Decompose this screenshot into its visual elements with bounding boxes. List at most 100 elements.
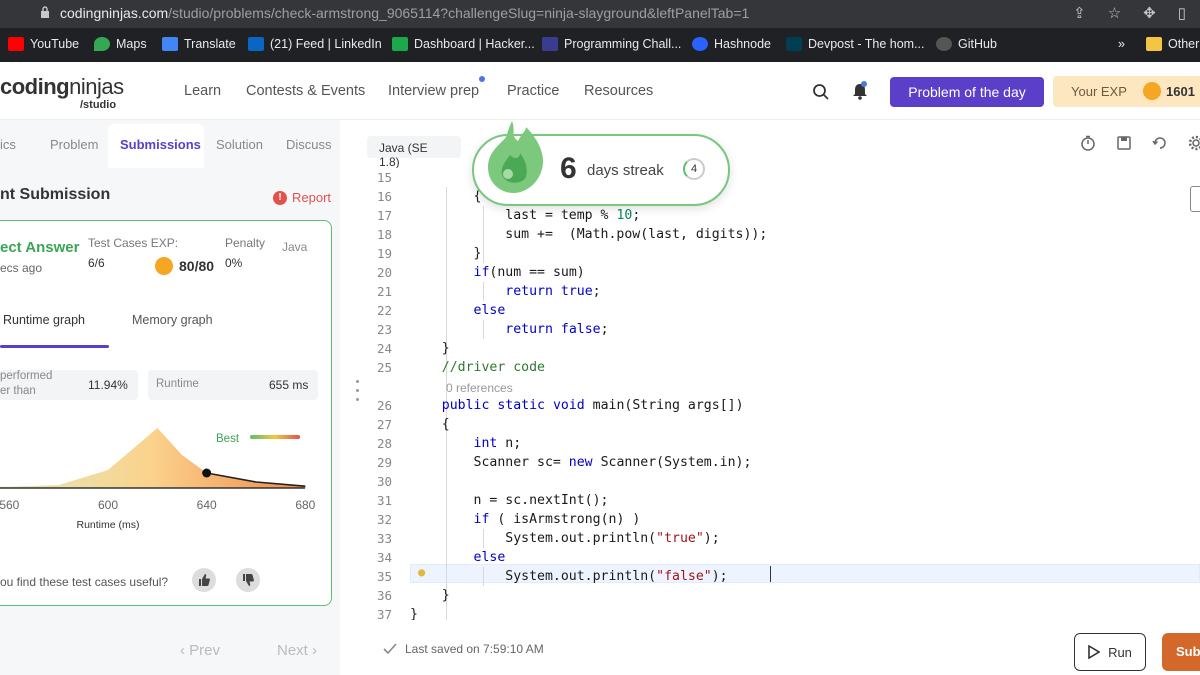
nav-resources[interactable]: Resources xyxy=(584,83,653,99)
line-number: 29 xyxy=(376,455,392,470)
bookmark-youtube[interactable]: YouTube xyxy=(8,37,79,51)
tab-problem[interactable]: Problem xyxy=(50,137,98,152)
code-line: 33 System.out.println("true"); xyxy=(362,531,1200,550)
code-line: 27 { xyxy=(362,417,1200,436)
bookmark-label: Hashnode xyxy=(714,37,771,51)
side-panel-icon[interactable] xyxy=(1190,186,1200,212)
tab-memory-graph[interactable]: Memory graph xyxy=(132,313,213,327)
reset-icon[interactable] xyxy=(1152,135,1168,151)
line-number: 21 xyxy=(376,284,392,299)
language-select[interactable]: Java (SE 1.8) xyxy=(367,136,461,169)
bookmark-github[interactable]: GitHub xyxy=(936,37,997,51)
bookmark-linkedin[interactable]: (21) Feed | LinkedIn xyxy=(248,37,382,51)
extensions-icon[interactable]: ✥ xyxy=(1143,4,1156,22)
streak-label: days streak xyxy=(587,162,664,179)
bookmark-devpost[interactable]: Devpost - The hom... xyxy=(786,37,925,51)
line-code: System.out.println("true"); xyxy=(410,531,720,546)
report-button[interactable]: ! Report xyxy=(273,190,331,205)
timer-icon[interactable] xyxy=(1080,135,1096,151)
exp-value: 1601 xyxy=(1166,84,1195,99)
line-code: return true; xyxy=(505,284,601,299)
logo[interactable]: codingninjas xyxy=(0,74,124,100)
exp-badge[interactable]: Your EXP 1601 xyxy=(1053,76,1200,107)
prev-label: Prev xyxy=(189,642,221,659)
chevron-right-icon: › xyxy=(312,642,318,659)
line-code: public static void main(String args[]) xyxy=(441,398,744,413)
code-editor[interactable]: ● 15 /10)16 {17 last = temp % 10;18 sum … xyxy=(362,168,1200,624)
code-line: 34 else xyxy=(362,550,1200,569)
bookmark-hackerrank[interactable]: Dashboard | Hacker... xyxy=(392,37,535,51)
bookmark-translate[interactable]: Translate xyxy=(162,37,236,51)
line-number: 32 xyxy=(376,512,392,527)
tab-discuss[interactable]: Discuss xyxy=(286,137,332,152)
nav-interview-prep[interactable]: Interview prep xyxy=(388,83,479,99)
best-gradient-bar xyxy=(250,435,300,439)
prev-button[interactable]: ‹ Prev xyxy=(180,642,220,659)
nav-practice[interactable]: Practice xyxy=(507,83,559,99)
outperformed-label-2: er than xyxy=(0,385,36,397)
exp-earned-value: 80/80 xyxy=(179,258,215,274)
logo-light: ninjas xyxy=(69,74,124,99)
bookmarks-bar: YouTube Maps Translate (21) Feed | Linke… xyxy=(0,30,1200,60)
line-code: Scanner sc= new Scanner(System.in); xyxy=(410,455,752,470)
line-code: } xyxy=(410,341,450,356)
runtime-box: Runtime 655 ms xyxy=(148,370,318,400)
address-bar[interactable]: codingninjas.com/studio/problems/check-a… xyxy=(0,0,1200,28)
sidebar-icon[interactable]: ▯ xyxy=(1178,4,1186,22)
code-line: 22 else xyxy=(362,303,1200,322)
x-axis-label: Runtime (ms) xyxy=(76,519,139,531)
play-icon xyxy=(1088,645,1101,659)
bookmark-label: Maps xyxy=(116,37,147,51)
next-button[interactable]: Next › xyxy=(277,642,317,659)
line-number: 30 xyxy=(376,474,392,489)
url-text[interactable]: codingninjas.com/studio/problems/check-a… xyxy=(60,5,749,21)
code-line: 21 return true; xyxy=(362,284,1200,303)
best-label: Best xyxy=(216,433,240,445)
code-line: 20 if(num == sum) xyxy=(362,265,1200,284)
x-tick-label: 680 xyxy=(295,498,315,512)
flame-icon xyxy=(488,121,544,193)
bookmark-hashnode[interactable]: Hashnode xyxy=(692,37,771,51)
line-code: //driver code xyxy=(410,360,545,375)
bookmark-other[interactable]: Other xyxy=(1146,37,1199,51)
code-line: 29 Scanner sc= new Scanner(System.in); xyxy=(362,455,1200,474)
runtime-label: Runtime xyxy=(156,378,199,390)
nav-learn[interactable]: Learn xyxy=(184,83,221,99)
panel-resize-handle[interactable] xyxy=(356,380,360,407)
logo-sub: /studio xyxy=(80,99,117,111)
share-icon[interactable]: ⇪ xyxy=(1073,4,1086,22)
bookmark-label: Other xyxy=(1168,37,1200,51)
exp-label-text: EXP: xyxy=(150,236,179,250)
bookmark-label: Programming Chall... xyxy=(564,37,682,51)
code-line: 30 xyxy=(362,474,1200,493)
code-line: 28 int n; xyxy=(362,436,1200,455)
tab-submissions[interactable]: Submissions xyxy=(120,137,201,152)
tab-topics[interactable]: ics xyxy=(0,137,16,152)
bookmarks-more[interactable]: » xyxy=(1118,37,1125,51)
tab-solution[interactable]: Solution xyxy=(216,137,263,152)
x-tick-label: 600 xyxy=(98,498,118,512)
submit-button[interactable]: Sub xyxy=(1162,633,1200,671)
bell-notification-dot xyxy=(861,81,867,87)
streak-days: 6 xyxy=(560,152,577,185)
save-icon[interactable] xyxy=(1116,135,1132,151)
run-button[interactable]: Run xyxy=(1074,633,1146,671)
thumbs-up-button[interactable] xyxy=(192,568,216,592)
nav-contests[interactable]: Contests & Events xyxy=(246,83,365,99)
run-label: Run xyxy=(1108,644,1132,660)
bolt-icon xyxy=(1143,82,1161,100)
problem-of-the-day-button[interactable]: Problem of the day xyxy=(890,77,1044,107)
bookmark-star-icon[interactable]: ☆ xyxy=(1108,4,1121,22)
check-icon xyxy=(383,643,397,655)
search-icon[interactable] xyxy=(812,83,830,101)
bookmark-programming[interactable]: Programming Chall... xyxy=(542,37,681,51)
penalty-value: 0% xyxy=(225,256,243,270)
code-references-hint[interactable]: 0 references xyxy=(446,381,513,395)
settings-icon[interactable] xyxy=(1188,135,1200,151)
code-line: 26 public static void main(String args[]… xyxy=(362,398,1200,417)
bookmark-maps[interactable]: Maps xyxy=(94,37,147,51)
your-runtime-marker xyxy=(202,468,212,478)
tab-runtime-graph[interactable]: Runtime graph xyxy=(3,313,85,327)
thumbs-down-button[interactable] xyxy=(236,568,260,592)
line-code: else xyxy=(473,303,506,318)
